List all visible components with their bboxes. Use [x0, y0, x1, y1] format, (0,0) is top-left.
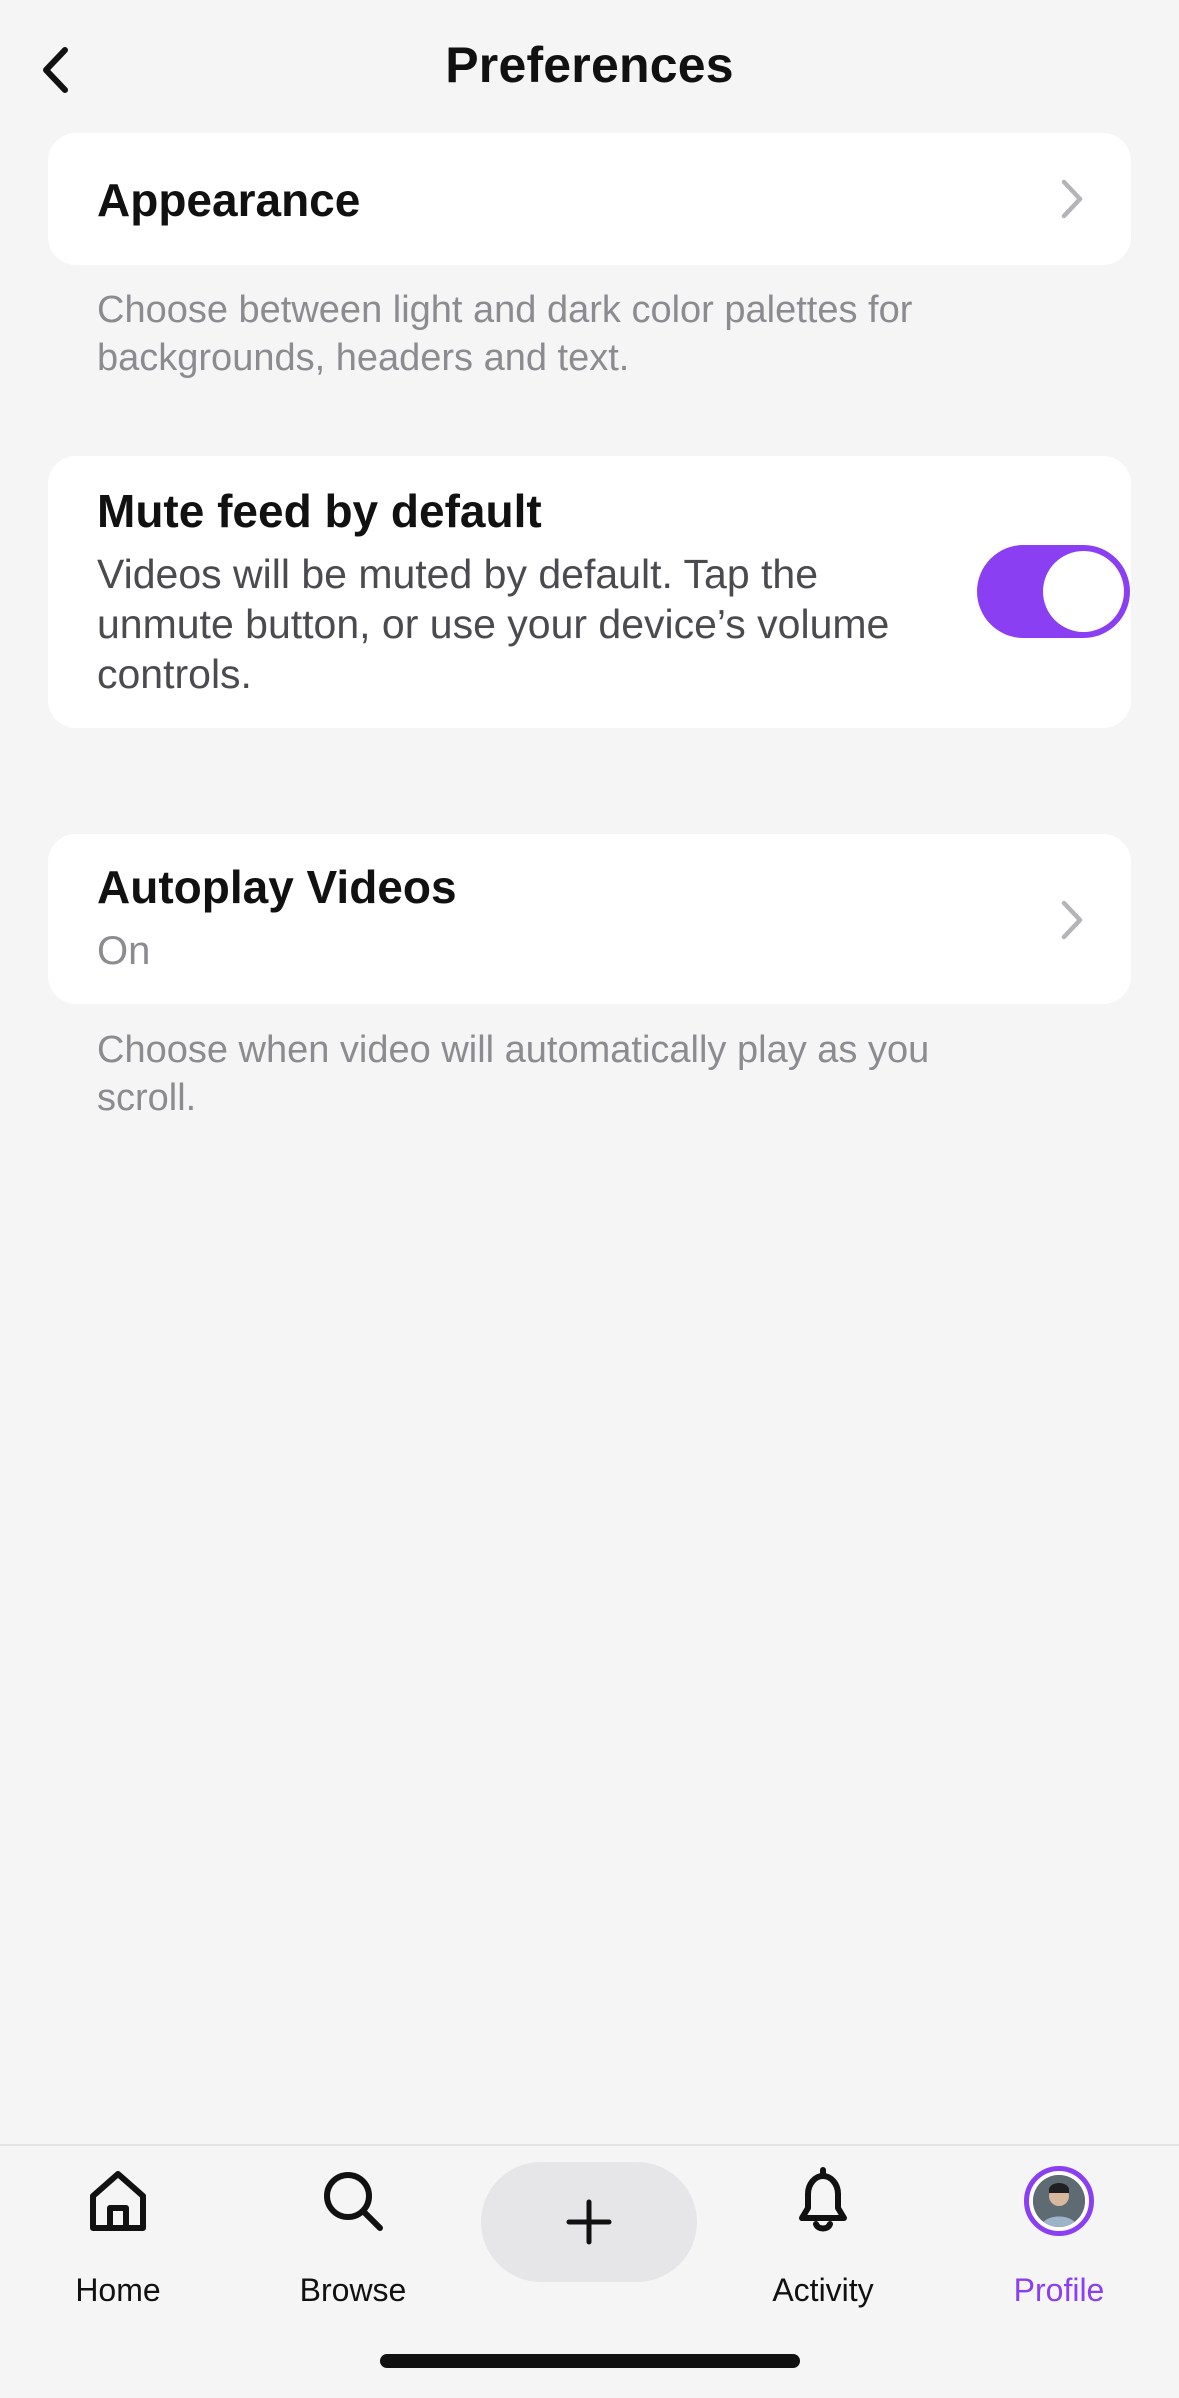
appearance-helper-text: Choose between light and dark color pale… [97, 289, 913, 379]
tab-home-label: Home [75, 2272, 161, 2308]
avatar [1024, 2166, 1094, 2236]
autoplay-videos-row[interactable]: Autoplay Videos On [48, 834, 1131, 1004]
autoplay-value: On [97, 929, 151, 973]
tab-profile-label: Profile [1013, 2272, 1105, 2308]
tab-home[interactable]: Home [33, 2166, 203, 2308]
tab-profile[interactable]: Profile [974, 2166, 1144, 2308]
tab-activity[interactable]: Activity [738, 2166, 908, 2308]
appearance-title: Appearance [97, 174, 361, 226]
appearance-row[interactable]: Appearance [48, 133, 1131, 265]
tab-browse[interactable]: Browse [268, 2166, 438, 2308]
profile-photo [1033, 2175, 1085, 2227]
page-title: Preferences [445, 37, 734, 93]
tab-browse-label: Browse [299, 2272, 407, 2308]
mute-feed-toggle[interactable] [977, 545, 1130, 638]
toggle-knob [1043, 551, 1124, 632]
top-bar: Preferences [0, 0, 1179, 130]
home-icon [90, 2171, 146, 2231]
plus-icon [566, 2199, 612, 2245]
home-indicator [380, 2354, 800, 2368]
chevron-right-icon [1061, 900, 1083, 940]
mute-feed-title: Mute feed by default [97, 485, 542, 537]
create-button[interactable] [481, 2162, 697, 2282]
mute-feed-description: Videos will be muted by default. Tap the… [97, 551, 890, 697]
search-icon [324, 2172, 383, 2231]
chevron-right-icon [1061, 179, 1083, 219]
bell-icon [799, 2167, 847, 2232]
mute-feed-row: Mute feed by default Videos will be mute… [48, 456, 1131, 728]
autoplay-title: Autoplay Videos [97, 861, 457, 913]
autoplay-helper-text: Choose when video will automatically pla… [97, 1029, 930, 1119]
tab-activity-label: Activity [772, 2272, 874, 2308]
